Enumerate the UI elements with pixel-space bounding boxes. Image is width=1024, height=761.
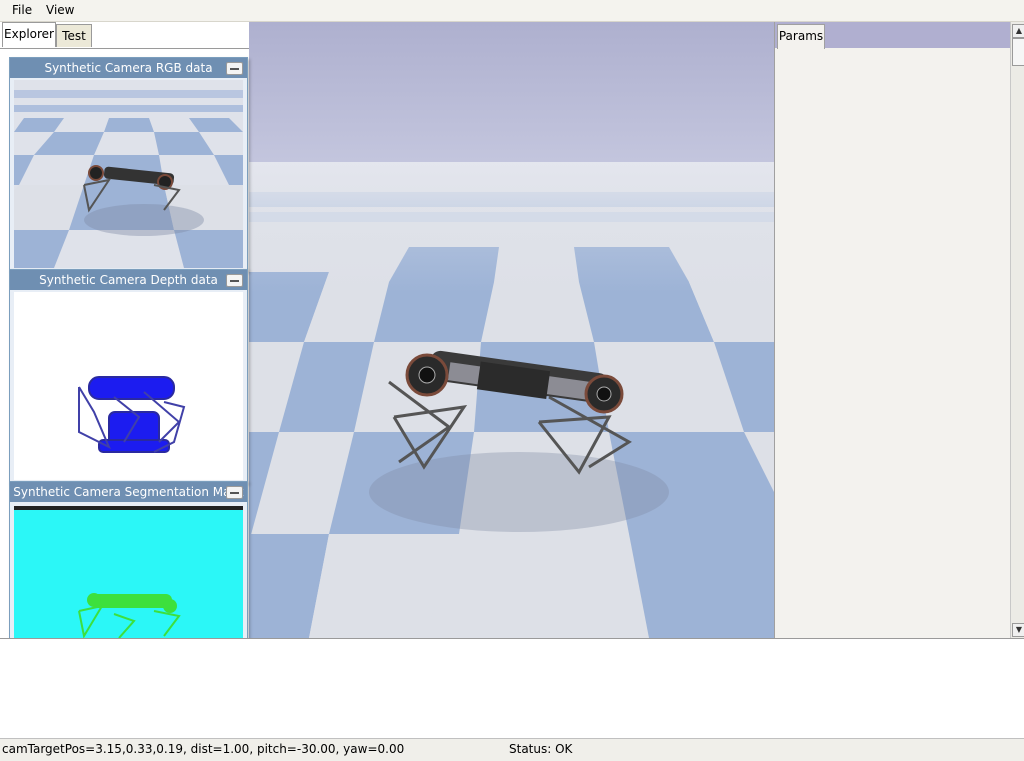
depth-camera-title: Synthetic Camera Depth data [39,273,218,287]
status-text: Status: OK [509,742,573,756]
tab-explorer[interactable]: Explorer [2,22,56,47]
rgb-camera-title: Synthetic Camera RGB data [44,61,213,75]
scroll-thumb[interactable] [1012,38,1024,66]
menu-file[interactable]: File [12,3,32,17]
vertical-scrollbar[interactable]: ▲ ▼ [1010,22,1024,638]
rgb-camera-view [14,80,243,268]
console-output[interactable] [0,638,1024,739]
tab-test[interactable]: Test [56,24,92,47]
tab-params[interactable]: Params [777,24,825,49]
minimize-icon[interactable] [226,274,243,287]
params-panel: Params [774,22,1011,638]
scroll-up-icon[interactable]: ▲ [1012,24,1024,38]
segmentation-camera-title-bar[interactable]: Synthetic Camera Segmentation Mask [10,482,247,502]
menu-view[interactable]: View [46,3,74,17]
params-tab-bar: Params [775,22,1011,49]
depth-camera-window[interactable]: Synthetic Camera Depth data [9,269,248,483]
camera-info-text: camTargetPos=3.15,0.33,0.19, dist=1.00, … [2,742,405,756]
rgb-camera-window[interactable]: Synthetic Camera RGB data [9,57,248,271]
rgb-camera-title-bar[interactable]: Synthetic Camera RGB data [10,58,247,78]
menu-bar: File View [0,0,1024,22]
minimize-icon[interactable] [226,486,243,499]
depth-camera-title-bar[interactable]: Synthetic Camera Depth data [10,270,247,290]
3d-viewport[interactable] [249,22,774,638]
floor-grid [249,162,774,638]
robot-shadow [369,452,669,532]
main-scene [249,22,774,638]
depth-camera-view [14,292,243,480]
segmentation-camera-title: Synthetic Camera Segmentation Mask [13,485,244,499]
minimize-icon[interactable] [226,62,243,75]
scroll-down-icon[interactable]: ▼ [1012,623,1024,637]
status-bar: camTargetPos=3.15,0.33,0.19, dist=1.00, … [0,738,1024,761]
